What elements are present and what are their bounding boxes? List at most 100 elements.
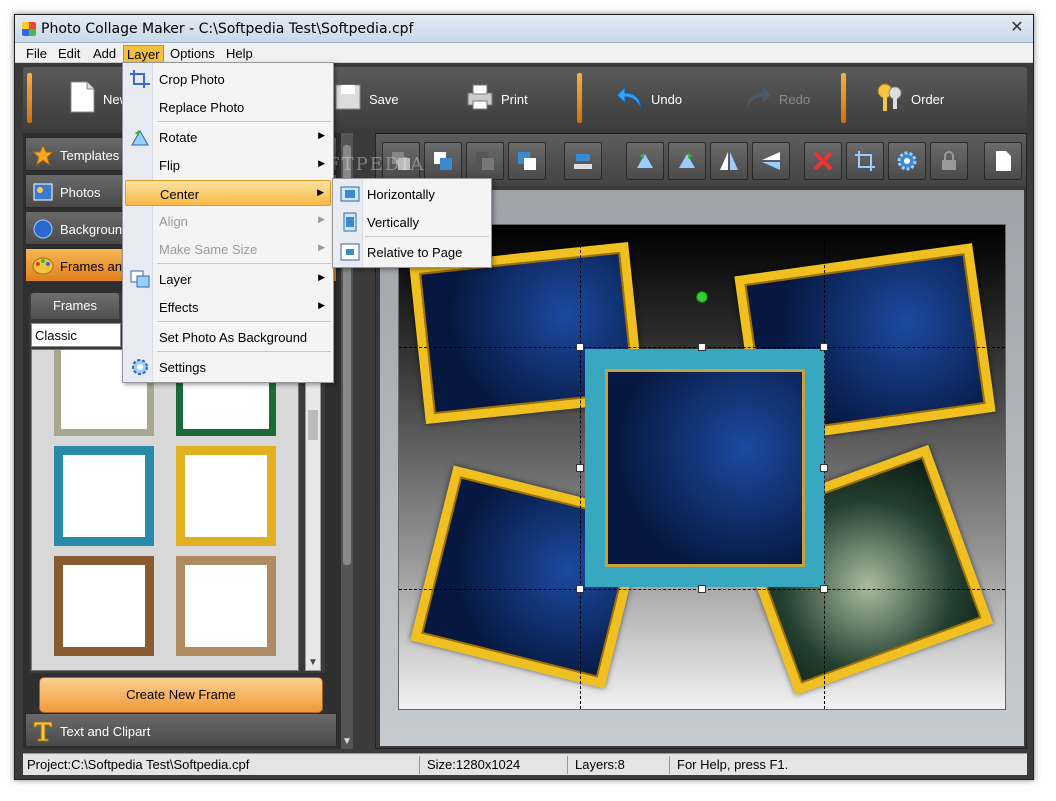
menu-item-set-photo-as-background[interactable]: Set Photo As Background bbox=[125, 324, 331, 350]
collage-page[interactable] bbox=[398, 224, 1006, 710]
resize-handle[interactable] bbox=[698, 585, 706, 593]
gear-icon bbox=[132, 359, 148, 375]
menu-item-vertically[interactable]: Vertically bbox=[335, 209, 489, 235]
flip-vertical-button[interactable] bbox=[752, 142, 790, 180]
menu-item-flip[interactable]: Flip ▶ bbox=[125, 152, 331, 178]
new-page-button[interactable] bbox=[984, 142, 1022, 180]
resize-handle[interactable] bbox=[576, 343, 584, 351]
scroll-down-icon[interactable]: ▼ bbox=[342, 736, 352, 747]
flip-horizontal-button[interactable] bbox=[710, 142, 748, 180]
rotate-handle[interactable] bbox=[696, 291, 708, 303]
palette-icon bbox=[32, 257, 54, 275]
menu-item-make-same-size[interactable]: Make Same Size ▶ bbox=[125, 236, 331, 262]
frame-style-select[interactable]: Classic bbox=[31, 323, 121, 347]
frame-thumbnail[interactable] bbox=[54, 556, 154, 656]
flip-vertical-icon bbox=[762, 152, 780, 170]
rotate-right-button[interactable] bbox=[668, 142, 706, 180]
menu-bar: File Edit Add Layer Options Help bbox=[15, 43, 1033, 64]
menu-separator bbox=[157, 321, 331, 322]
bring-to-front-button[interactable] bbox=[424, 142, 462, 180]
undo-button[interactable]: Undo bbox=[615, 75, 705, 121]
center-horizontal-icon bbox=[340, 186, 360, 202]
resize-handle[interactable] bbox=[820, 585, 828, 593]
menu-separator bbox=[157, 351, 331, 352]
menu-item-horizontally[interactable]: Horizontally bbox=[335, 181, 489, 207]
photo-icon bbox=[33, 183, 53, 201]
save-button[interactable]: Save bbox=[333, 75, 413, 121]
status-help: For Help, press F1. bbox=[677, 757, 789, 772]
menu-item-layer[interactable]: Layer ▶ bbox=[125, 266, 331, 292]
toolbar-separator bbox=[577, 73, 582, 123]
settings-button[interactable] bbox=[888, 142, 926, 180]
menu-item-settings[interactable]: Settings bbox=[125, 354, 331, 380]
send-to-back-button[interactable] bbox=[508, 142, 546, 180]
selected-photo[interactable] bbox=[585, 349, 825, 587]
send-backward-button[interactable] bbox=[466, 142, 504, 180]
menu-item-replace-photo[interactable]: Replace Photo bbox=[125, 94, 331, 120]
menu-item-relative-to-page[interactable]: Relative to Page bbox=[335, 239, 489, 265]
keys-icon bbox=[877, 83, 902, 111]
menu-item-center[interactable]: Center ▶ bbox=[125, 180, 331, 206]
submenu-arrow-icon: ▶ bbox=[318, 272, 325, 282]
scroll-thumb[interactable] bbox=[308, 410, 318, 440]
resize-handle[interactable] bbox=[820, 343, 828, 351]
print-button[interactable]: Print bbox=[465, 75, 555, 121]
layers-icon bbox=[518, 152, 536, 170]
status-divider bbox=[419, 756, 420, 774]
resize-handle[interactable] bbox=[820, 464, 828, 472]
resize-handle[interactable] bbox=[698, 343, 706, 351]
menu-options[interactable]: Options bbox=[167, 45, 218, 62]
resize-handle[interactable] bbox=[576, 585, 584, 593]
toolbar-separator bbox=[27, 73, 32, 123]
rotate-left-button[interactable] bbox=[626, 142, 664, 180]
layers-icon bbox=[434, 152, 452, 170]
redo-button[interactable]: Redo bbox=[743, 75, 833, 121]
align-button[interactable] bbox=[564, 142, 602, 180]
menu-item-rotate[interactable]: Rotate ▶ bbox=[125, 124, 331, 150]
menu-item-effects[interactable]: Effects ▶ bbox=[125, 294, 331, 320]
rotate-icon bbox=[131, 129, 149, 146]
page-icon bbox=[996, 151, 1011, 171]
create-new-frame-button[interactable]: Create New Frame bbox=[39, 677, 323, 713]
submenu-arrow-icon: ▶ bbox=[318, 130, 325, 140]
menu-help[interactable]: Help bbox=[223, 45, 256, 62]
menu-file[interactable]: File bbox=[23, 45, 50, 62]
lock-button[interactable] bbox=[930, 142, 968, 180]
tab-frames[interactable]: Frames bbox=[31, 293, 119, 319]
title-bar: Photo Collage Maker - C:\Softpedia Test\… bbox=[15, 15, 1033, 43]
menu-item-align[interactable]: Align ▶ bbox=[125, 208, 331, 234]
submenu-arrow-icon: ▶ bbox=[317, 187, 324, 197]
gallery-scrollbar[interactable]: ▼ bbox=[305, 349, 321, 671]
menu-item-crop-photo[interactable]: Crop Photo bbox=[125, 66, 331, 92]
text-and-clipart-section[interactable]: Text and Clipart bbox=[25, 713, 337, 747]
align-icon bbox=[574, 154, 592, 169]
menu-edit[interactable]: Edit bbox=[55, 45, 83, 62]
submenu-arrow-icon: ▶ bbox=[318, 158, 325, 168]
layers-icon bbox=[130, 270, 150, 288]
delete-button[interactable] bbox=[804, 142, 842, 180]
frame-thumbnail[interactable] bbox=[176, 556, 276, 656]
close-button[interactable]: ✕ bbox=[1007, 19, 1027, 37]
rotate-left-icon bbox=[637, 153, 653, 168]
resize-handle[interactable] bbox=[576, 464, 584, 472]
order-button[interactable]: Order bbox=[875, 75, 975, 121]
delete-x-icon bbox=[813, 151, 833, 171]
frame-thumbnail[interactable] bbox=[54, 446, 154, 546]
frame-thumbnail[interactable] bbox=[176, 446, 276, 546]
status-divider bbox=[567, 756, 568, 774]
new-document-icon bbox=[70, 81, 95, 113]
submenu-arrow-icon: ▶ bbox=[318, 242, 325, 252]
toolbar-separator bbox=[841, 73, 846, 123]
menu-separator bbox=[365, 236, 489, 237]
window-title: Photo Collage Maker - C:\Softpedia Test\… bbox=[41, 21, 414, 37]
globe-icon bbox=[33, 219, 53, 239]
menu-add[interactable]: Add bbox=[90, 45, 119, 62]
menu-separator bbox=[157, 263, 331, 264]
redo-arrow-icon bbox=[747, 87, 771, 109]
flip-horizontal-icon bbox=[720, 152, 738, 170]
rotate-right-icon bbox=[679, 153, 695, 168]
submenu-arrow-icon: ▶ bbox=[318, 300, 325, 310]
crop-button[interactable] bbox=[846, 142, 884, 180]
lock-icon bbox=[942, 151, 956, 170]
scroll-down-icon[interactable]: ▼ bbox=[308, 657, 318, 668]
